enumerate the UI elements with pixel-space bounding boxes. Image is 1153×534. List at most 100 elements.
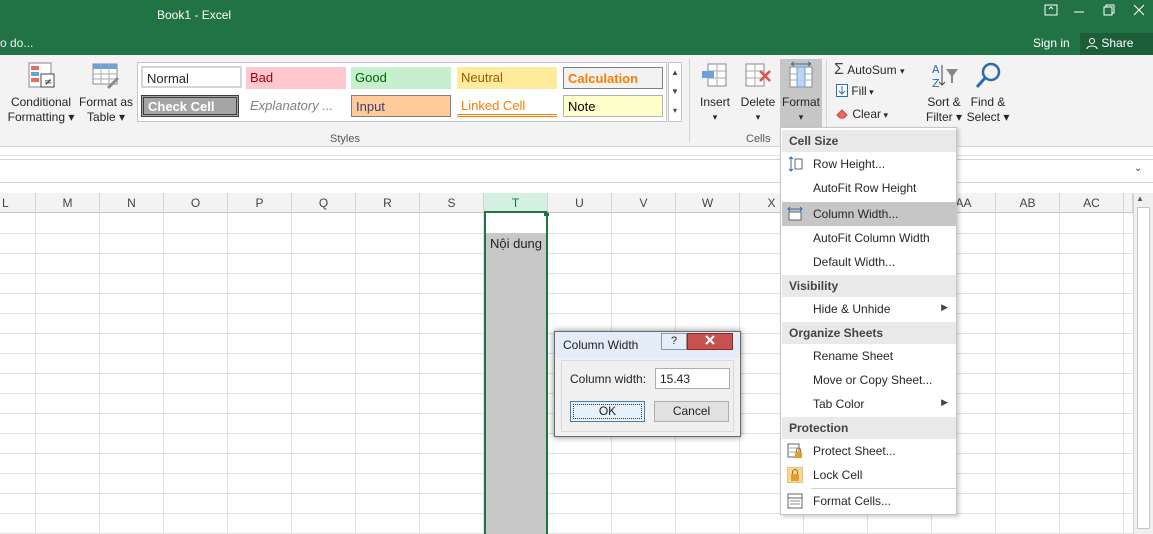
fill-button[interactable]: Fill ▾ (836, 84, 916, 102)
active-cell-t1[interactable] (486, 213, 546, 233)
menu-item-tab-color[interactable]: Tab Color ▶ (782, 392, 956, 416)
expand-formula-bar-icon[interactable]: ⌄ (1134, 163, 1142, 174)
menu-section-visibility: Visibility (782, 275, 956, 297)
dialog-title-bar[interactable]: Column Width ? (555, 332, 740, 358)
autosum-button[interactable]: Σ AutoSum ▾ (834, 61, 924, 79)
vertical-scrollbar[interactable]: ▲ (1133, 193, 1153, 534)
fill-handle[interactable] (544, 213, 549, 216)
column-header-s[interactable]: S (420, 193, 484, 213)
menu-item-column-width[interactable]: Column Width... (782, 202, 956, 226)
submenu-arrow-icon: ▶ (941, 397, 948, 407)
lock-icon (787, 467, 803, 483)
restore-icon[interactable] (1098, 4, 1120, 22)
selected-column-t[interactable]: Nội dung (484, 213, 549, 534)
style-check-cell[interactable]: Check Cell (141, 95, 239, 117)
style-neutral[interactable]: Neutral (457, 67, 557, 89)
gallery-down-icon[interactable]: ▼ (669, 82, 681, 101)
style-good[interactable]: Good (351, 67, 451, 89)
gallery-up-icon[interactable]: ▲ (669, 63, 681, 82)
column-header-ac[interactable]: AC (1060, 193, 1124, 213)
clear-button[interactable]: Clear ▾ (836, 107, 916, 125)
tabs-row: o do... Sign in Share (0, 33, 1153, 55)
ribbon-display-options-icon[interactable] (1040, 4, 1062, 22)
menu-item-lock-cell[interactable]: Lock Cell (782, 463, 956, 487)
fill-down-icon (836, 84, 848, 97)
column-width-label: Column Width... (813, 207, 899, 221)
menu-item-format-cells[interactable]: Format Cells... (782, 489, 956, 513)
sign-in-link[interactable]: Sign in (1033, 36, 1070, 50)
column-header-o[interactable]: O (164, 193, 228, 213)
style-bad[interactable]: Bad (246, 67, 346, 89)
column-header-r[interactable]: R (356, 193, 420, 213)
close-icon[interactable] (1128, 4, 1150, 22)
share-button[interactable]: Share (1080, 33, 1153, 55)
scroll-thumb[interactable] (1137, 207, 1150, 529)
help-icon[interactable]: ? (661, 333, 687, 350)
dialog-close-button[interactable] (687, 333, 733, 350)
find-select-label-1: Find & (970, 95, 1006, 109)
row-height-label: Row Height... (813, 157, 886, 171)
protect-sheet-label: Protect Sheet... (813, 444, 896, 458)
format-cells-label: Format Cells... (813, 494, 892, 508)
format-label: Format (781, 95, 820, 109)
column-header-ab[interactable]: AB (996, 193, 1060, 213)
column-width-icon (787, 206, 803, 221)
column-header-w[interactable]: W (676, 193, 740, 213)
column-header-partial[interactable] (1124, 193, 1133, 213)
styles-gallery-scroll[interactable]: ▲ ▼ ▾ (668, 62, 682, 122)
menu-item-row-height[interactable]: Row Height... (782, 152, 956, 176)
style-calculation[interactable]: Calculation (563, 67, 663, 89)
insert-cells-icon (702, 63, 727, 87)
style-note[interactable]: Note (563, 95, 663, 117)
column-header-m[interactable]: M (36, 193, 100, 213)
formula-bar[interactable] (0, 159, 1153, 183)
menu-item-default-width[interactable]: Default Width... (782, 250, 956, 274)
format-button[interactable]: Format ▾ (780, 59, 822, 131)
share-label: Share (1101, 36, 1134, 50)
style-check-cell-label: Check Cell (148, 99, 215, 114)
close-icon (705, 335, 715, 345)
delete-button[interactable]: Delete ▾ (738, 61, 778, 125)
column-header-p[interactable]: P (228, 193, 292, 213)
svg-text:≠: ≠ (44, 77, 52, 88)
style-linked-cell[interactable]: Linked Cell (457, 95, 557, 117)
hide-unhide-label: Hide & Unhide (813, 302, 891, 316)
style-input[interactable]: Input (351, 95, 451, 117)
format-as-table-button[interactable]: Format as Table ▾ (78, 61, 134, 125)
gallery-more-icon[interactable]: ▾ (669, 101, 681, 120)
sigma-icon: Σ (834, 61, 844, 78)
insert-button[interactable]: Insert ▾ (696, 61, 734, 125)
tell-me-box[interactable]: o do... (0, 36, 33, 50)
style-calculation-label: Calculation (568, 71, 639, 86)
menu-item-autofit-column-width[interactable]: AutoFit Column Width (782, 226, 956, 250)
menu-item-hide-unhide[interactable]: Hide & Unhide ▶ (782, 297, 956, 321)
menu-item-rename-sheet[interactable]: Rename Sheet (782, 344, 956, 368)
column-header-v[interactable]: V (612, 193, 676, 213)
ok-button[interactable]: OK (570, 401, 645, 422)
clear-label: Clear (852, 107, 882, 121)
menu-item-autofit-row-height[interactable]: AutoFit Row Height (782, 176, 956, 200)
column-header-q[interactable]: Q (292, 193, 356, 213)
column-header-l[interactable]: L (0, 193, 36, 213)
style-normal-label: Normal (147, 71, 189, 86)
cell-t2[interactable]: Nội dung (486, 234, 546, 253)
autofit-column-label: AutoFit Column Width (813, 231, 930, 245)
column-header-t[interactable]: T (484, 193, 548, 213)
column-header-u[interactable]: U (548, 193, 612, 213)
cancel-button[interactable]: Cancel (654, 401, 729, 422)
group-separator (689, 59, 690, 143)
ribbon: ≠ Conditional Formatting ▾ Format as Tab… (0, 55, 1153, 147)
person-icon (1086, 38, 1098, 50)
column-width-input[interactable]: 15.43 (655, 368, 730, 389)
sort-filter-button[interactable]: A Z Sort & Filter ▾ (922, 61, 966, 125)
column-header-n[interactable]: N (100, 193, 164, 213)
minimize-icon[interactable] (1068, 4, 1090, 22)
protect-sheet-icon (787, 443, 802, 458)
style-normal[interactable]: Normal (141, 66, 242, 88)
menu-item-move-copy-sheet[interactable]: Move or Copy Sheet... (782, 368, 956, 392)
style-explanatory[interactable]: Explanatory ... (246, 95, 346, 117)
scroll-up-icon[interactable]: ▲ (1136, 194, 1144, 203)
find-select-button[interactable]: Find & Select ▾ (966, 61, 1010, 125)
conditional-formatting-button[interactable]: ≠ Conditional Formatting ▾ (6, 61, 76, 125)
menu-item-protect-sheet[interactable]: Protect Sheet... (782, 439, 956, 463)
